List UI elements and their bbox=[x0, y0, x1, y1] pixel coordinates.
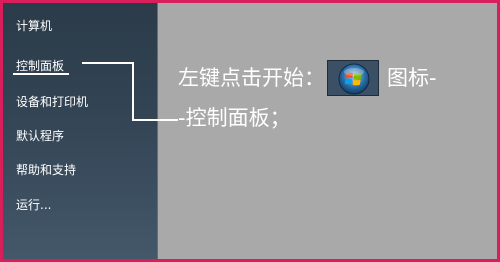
start-menu-item-help-support[interactable]: 帮助和支持 bbox=[16, 161, 76, 178]
instruction-text-line-2: -控制面板； bbox=[178, 106, 291, 130]
screenshot-frame: 计算机 控制面板 设备和打印机 默认程序 帮助和支持 运行... 左键点击开始： bbox=[3, 3, 497, 259]
start-menu-item-computer[interactable]: 计算机 bbox=[16, 17, 52, 34]
control-panel-underline bbox=[13, 73, 69, 75]
start-menu-item-control-panel[interactable]: 控制面板 bbox=[16, 57, 64, 74]
instruction-text-before-icon: 左键点击开始： bbox=[178, 66, 325, 90]
windows-start-orb-icon bbox=[327, 60, 379, 96]
pointer-line-segment bbox=[158, 119, 178, 121]
start-menu-item-run[interactable]: 运行... bbox=[16, 196, 51, 213]
pointer-line-segment bbox=[132, 62, 134, 121]
pointer-line-segment bbox=[132, 119, 158, 121]
instruction-text: 左键点击开始： 图标- -控制面板； bbox=[178, 58, 478, 138]
pointer-line-segment bbox=[82, 62, 133, 64]
start-menu-panel: 计算机 控制面板 设备和打印机 默认程序 帮助和支持 运行... bbox=[3, 3, 158, 259]
start-menu-item-devices-printers[interactable]: 设备和打印机 bbox=[16, 93, 88, 110]
instruction-line-1: 左键点击开始： 图标- bbox=[178, 58, 478, 98]
instruction-text-after-icon: 图标- bbox=[387, 66, 437, 90]
start-menu-item-default-programs[interactable]: 默认程序 bbox=[16, 127, 64, 144]
instruction-line-2: -控制面板； bbox=[178, 98, 478, 138]
